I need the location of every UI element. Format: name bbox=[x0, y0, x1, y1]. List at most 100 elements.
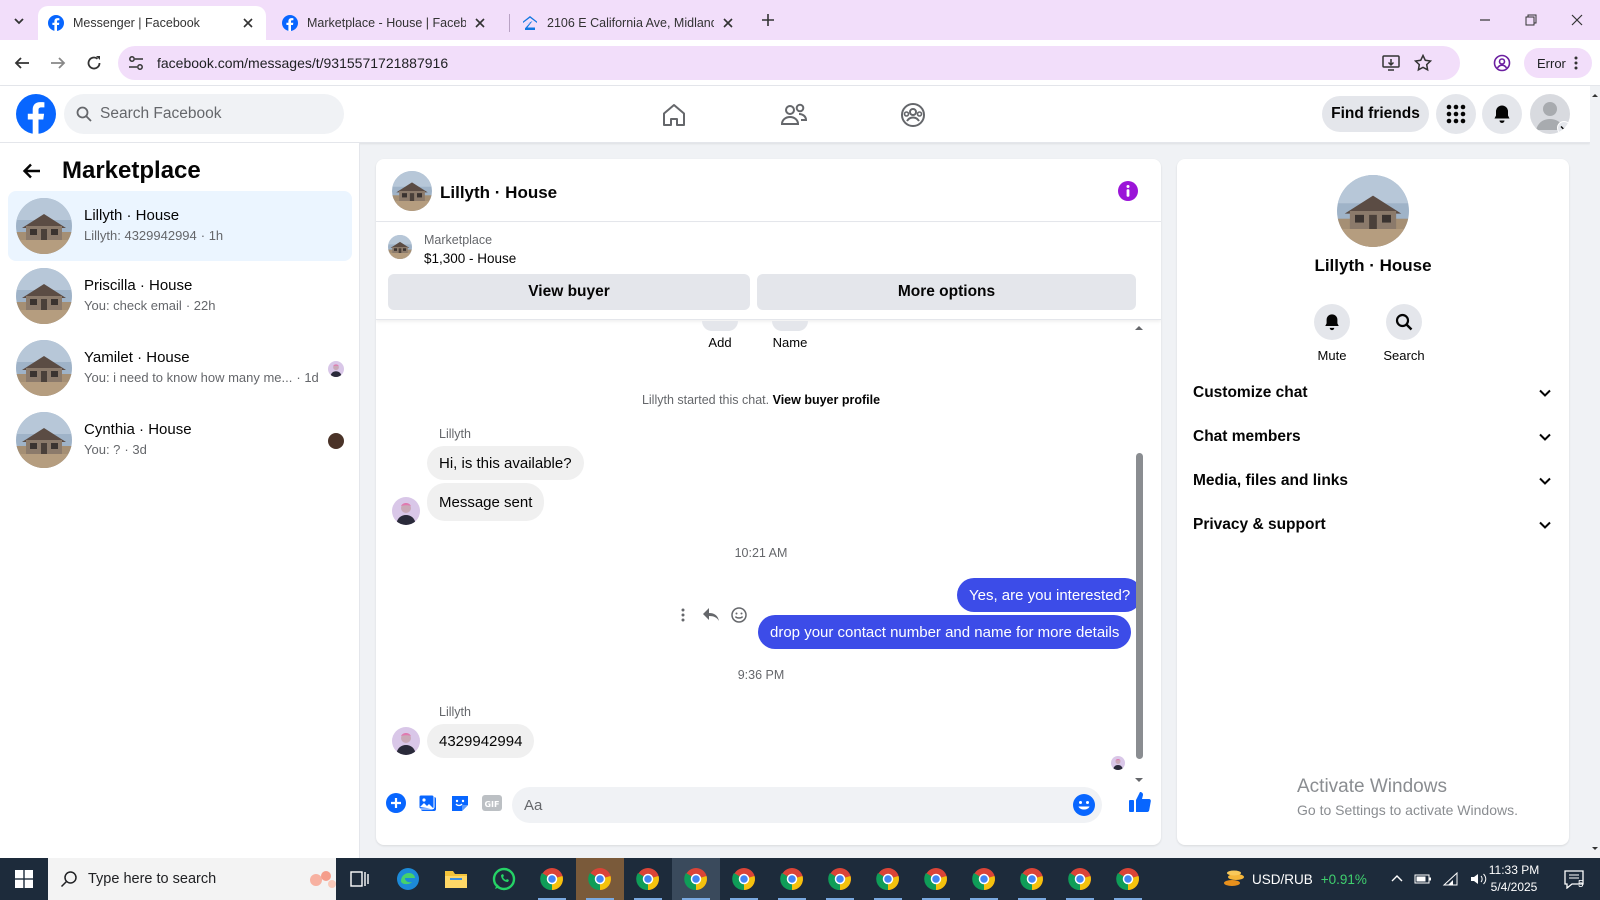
reload-button[interactable] bbox=[80, 49, 108, 77]
search-in-chat-button[interactable]: Search bbox=[1369, 304, 1439, 363]
bookmark-star-icon[interactable] bbox=[1414, 54, 1432, 72]
nav-friends[interactable] bbox=[777, 98, 811, 132]
tab-messenger[interactable]: Messenger | Facebook bbox=[38, 6, 266, 40]
taskbar-chrome-profile[interactable] bbox=[1104, 858, 1152, 900]
page-scrollbar[interactable] bbox=[1590, 86, 1600, 858]
system-clock[interactable]: 11:33 PM 5/4/2025 bbox=[1482, 862, 1546, 896]
taskbar-chrome-profile[interactable] bbox=[768, 858, 816, 900]
back-to-chats-button[interactable] bbox=[18, 157, 46, 185]
tab-marketplace[interactable]: Marketplace - House | Facebook bbox=[272, 6, 498, 40]
close-tab-icon[interactable] bbox=[240, 15, 256, 31]
back-button[interactable] bbox=[8, 49, 36, 77]
more-actions-icon[interactable] bbox=[672, 604, 694, 626]
conversation-item[interactable]: Lillyth · House Lillyth: 4329942994 · 1h bbox=[8, 191, 352, 261]
close-window-button[interactable] bbox=[1554, 0, 1600, 40]
chat-title[interactable]: Lillyth · House bbox=[440, 183, 557, 203]
facebook-search[interactable] bbox=[64, 94, 344, 134]
address-bar[interactable]: facebook.com/messages/t/9315571721887916 bbox=[118, 46, 1460, 80]
taskbar-chrome-profile[interactable] bbox=[528, 858, 576, 900]
message-bubble[interactable]: Yes, are you interested? bbox=[957, 578, 1143, 612]
restore-button[interactable] bbox=[1508, 0, 1554, 40]
close-tab-icon[interactable] bbox=[720, 15, 736, 31]
message-bubble[interactable]: Hi, is this available? bbox=[427, 446, 584, 480]
gif-button[interactable]: GIF bbox=[480, 791, 504, 815]
site-settings-icon[interactable] bbox=[127, 54, 145, 72]
install-app-icon[interactable] bbox=[1382, 54, 1400, 72]
listing-thumbnail[interactable] bbox=[1337, 175, 1409, 247]
section-chat-members[interactable]: Chat members bbox=[1193, 417, 1553, 457]
react-emoji-icon[interactable] bbox=[728, 604, 750, 626]
message-bubble[interactable]: Message sent bbox=[427, 483, 545, 521]
notifications-button[interactable] bbox=[1482, 94, 1522, 134]
taskbar-chrome-profile[interactable] bbox=[1008, 858, 1056, 900]
add-button[interactable]: Add bbox=[692, 321, 748, 350]
section-privacy-support[interactable]: Privacy & support bbox=[1193, 505, 1553, 545]
message-input-box[interactable] bbox=[512, 787, 1102, 823]
search-input[interactable] bbox=[100, 94, 330, 134]
message-bubble[interactable]: drop your contact number and name for mo… bbox=[758, 615, 1132, 649]
taskbar-edge[interactable] bbox=[384, 858, 432, 900]
conversation-item[interactable]: Cynthia · House You: ? · 3d bbox=[8, 405, 352, 475]
find-friends-button[interactable]: Find friends bbox=[1322, 96, 1429, 132]
view-buyer-profile-link[interactable]: View buyer profile bbox=[773, 393, 880, 407]
emoji-icon[interactable] bbox=[1072, 793, 1096, 817]
reply-icon[interactable] bbox=[700, 604, 722, 626]
message-bubble[interactable]: 4329942994 bbox=[427, 724, 535, 758]
tab-zillow[interactable]: 2106 E California Ave, Midland, TX bbox=[512, 6, 746, 40]
sender-avatar[interactable] bbox=[392, 727, 420, 755]
taskbar-whatsapp[interactable] bbox=[480, 858, 528, 900]
section-media-files-links[interactable]: Media, files and links bbox=[1193, 461, 1553, 501]
nav-groups[interactable] bbox=[896, 98, 930, 132]
taskbar-chrome-profile[interactable] bbox=[720, 858, 768, 900]
minimize-button[interactable] bbox=[1462, 0, 1508, 40]
name-button[interactable]: Name bbox=[762, 321, 818, 350]
taskbar-chrome-profile[interactable] bbox=[816, 858, 864, 900]
taskbar-file-explorer[interactable] bbox=[432, 858, 480, 900]
notification-center-button[interactable]: 5 bbox=[1554, 858, 1594, 900]
conversation-preview: You: ? · 3d bbox=[84, 442, 147, 457]
taskbar-chrome-profile[interactable] bbox=[1056, 858, 1104, 900]
mute-button[interactable]: Mute bbox=[1297, 304, 1367, 363]
network-icon[interactable] bbox=[1442, 872, 1460, 886]
sticker-button[interactable] bbox=[448, 791, 472, 815]
taskbar-chrome-profile[interactable] bbox=[960, 858, 1008, 900]
chat-scrollbar[interactable] bbox=[1133, 321, 1145, 787]
like-button[interactable] bbox=[1126, 788, 1154, 816]
forward-button[interactable] bbox=[44, 49, 72, 77]
chevron-up-icon[interactable] bbox=[1390, 872, 1404, 886]
currency-ticker[interactable]: USD/RUB +0.91% bbox=[1222, 858, 1367, 900]
taskbar-chrome-profile[interactable] bbox=[624, 858, 672, 900]
close-tab-icon[interactable] bbox=[472, 15, 488, 31]
start-button[interactable] bbox=[0, 858, 48, 900]
browser-error-menu-button[interactable]: Error bbox=[1524, 48, 1592, 78]
taskbar-chrome-profile[interactable] bbox=[672, 858, 720, 900]
taskbar-chrome-profile[interactable] bbox=[912, 858, 960, 900]
taskbar-search[interactable]: Type here to search bbox=[48, 858, 336, 900]
profile-button[interactable] bbox=[1488, 49, 1516, 77]
sender-avatar[interactable] bbox=[392, 497, 420, 525]
battery-icon[interactable] bbox=[1414, 872, 1432, 886]
taskbar-chrome-profile[interactable] bbox=[576, 858, 624, 900]
conversation-item[interactable]: Priscilla · House You: check email · 22h bbox=[8, 261, 352, 331]
account-avatar[interactable] bbox=[1530, 94, 1570, 134]
facebook-logo[interactable] bbox=[16, 94, 56, 134]
listing-price[interactable]: $1,300 - House bbox=[424, 251, 516, 266]
task-view-button[interactable] bbox=[336, 858, 384, 900]
scroll-thumb[interactable] bbox=[1136, 453, 1143, 759]
menu-button[interactable] bbox=[1436, 94, 1476, 134]
new-tab-button[interactable] bbox=[758, 10, 778, 30]
conversation-item[interactable]: Yamilet · House You: i need to know how … bbox=[8, 333, 352, 403]
attach-photo-button[interactable] bbox=[416, 791, 440, 815]
section-customize-chat[interactable]: Customize chat bbox=[1193, 373, 1553, 413]
listing-thumbnail[interactable] bbox=[388, 235, 412, 259]
chat-thumbnail[interactable] bbox=[392, 171, 432, 211]
more-actions-button[interactable] bbox=[384, 791, 408, 815]
taskbar-chrome-profile[interactable] bbox=[864, 858, 912, 900]
info-icon[interactable] bbox=[1118, 181, 1138, 201]
view-buyer-button[interactable]: View buyer bbox=[388, 274, 750, 310]
tab-search-button[interactable] bbox=[6, 8, 32, 34]
more-options-button[interactable]: More options bbox=[757, 274, 1136, 310]
nav-home[interactable] bbox=[657, 98, 691, 132]
message-timestamp: 9:36 PM bbox=[737, 668, 785, 682]
message-input[interactable] bbox=[524, 787, 1044, 823]
